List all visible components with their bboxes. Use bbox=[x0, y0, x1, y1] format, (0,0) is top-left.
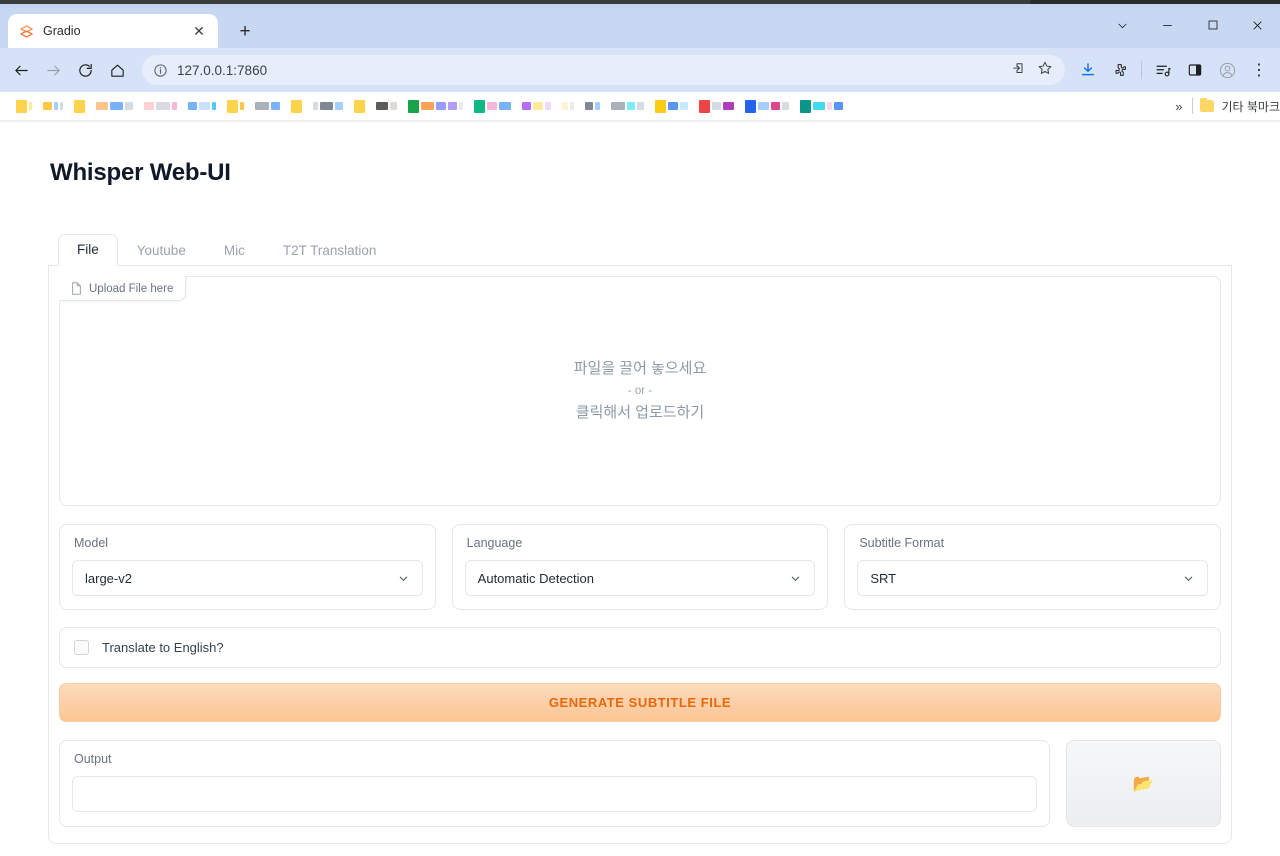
language-value: Automatic Detection bbox=[478, 571, 790, 586]
model-value: large-v2 bbox=[85, 571, 397, 586]
puzzle-icon[interactable] bbox=[1105, 55, 1135, 85]
forward-icon[interactable] bbox=[38, 55, 68, 85]
reading-list-icon[interactable] bbox=[1148, 55, 1178, 85]
tab-file[interactable]: File bbox=[58, 234, 118, 266]
back-icon[interactable] bbox=[6, 55, 36, 85]
browser-menu-icon[interactable]: ⋮ bbox=[1244, 55, 1274, 85]
file-tab-panel: Upload File here 파일을 끌어 놓으세요 - or - 클릭해서… bbox=[48, 266, 1232, 844]
browser-navbar: 127.0.0.1:7860 bbox=[0, 48, 1280, 92]
output-field: Output bbox=[59, 740, 1050, 827]
new-tab-button[interactable]: + bbox=[230, 16, 260, 46]
close-icon[interactable]: ✕ bbox=[190, 22, 208, 40]
share-icon[interactable] bbox=[1012, 60, 1027, 80]
page-title: Whisper Web-UI bbox=[50, 123, 1232, 187]
titlebar-strip-right bbox=[1030, 0, 1280, 4]
browser-chrome: Gradio ✕ + bbox=[0, 0, 1280, 123]
chevron-down-icon[interactable] bbox=[1100, 8, 1145, 42]
tab-mic[interactable]: Mic bbox=[205, 235, 264, 266]
folder-icon bbox=[1200, 100, 1214, 112]
subtitle-format-select[interactable]: SRT bbox=[857, 560, 1208, 596]
settings-row: Model large-v2 Language Automatic Detect… bbox=[59, 524, 1221, 610]
output-label: Output bbox=[72, 752, 1037, 766]
app-tab-bar: File Youtube Mic T2T Translation bbox=[48, 233, 1232, 266]
chevron-down-icon bbox=[789, 572, 802, 585]
download-icon[interactable] bbox=[1073, 55, 1103, 85]
model-field: Model large-v2 bbox=[59, 524, 436, 610]
other-bookmarks-label[interactable]: 기타 북마크 bbox=[1221, 98, 1280, 115]
open-folder-button[interactable]: 📂 bbox=[1066, 740, 1221, 827]
dropzone-text: 파일을 끌어 놓으세요 - or - 클릭해서 업로드하기 bbox=[574, 358, 707, 423]
bookmarks-divider bbox=[1192, 98, 1193, 114]
generate-subtitle-file-button[interactable]: GENERATE SUBTITLE FILE bbox=[59, 683, 1221, 722]
info-circle-icon[interactable] bbox=[152, 62, 169, 79]
subtitle-format-field: Subtitle Format SRT bbox=[844, 524, 1221, 610]
translate-to-english-checkbox[interactable] bbox=[74, 640, 89, 655]
side-panel-icon[interactable] bbox=[1180, 55, 1210, 85]
address-bar[interactable]: 127.0.0.1:7860 bbox=[142, 55, 1065, 85]
tab-t2t-translation[interactable]: T2T Translation bbox=[264, 235, 396, 266]
file-dropzone[interactable]: Upload File here 파일을 끌어 놓으세요 - or - 클릭해서… bbox=[59, 276, 1221, 506]
language-field: Language Automatic Detection bbox=[452, 524, 829, 610]
subtitle-format-value: SRT bbox=[870, 571, 1182, 586]
gradio-app: Whisper Web-UI File Youtube Mic T2T Tran… bbox=[0, 123, 1280, 856]
home-icon[interactable] bbox=[102, 55, 132, 85]
folder-icon: 📂 bbox=[1133, 774, 1154, 794]
translate-to-english-label: Translate to English? bbox=[102, 640, 224, 655]
app-tabs-container: File Youtube Mic T2T Translation Upload … bbox=[48, 233, 1232, 844]
dropzone-line2: 클릭해서 업로드하기 bbox=[574, 402, 707, 424]
reload-icon[interactable] bbox=[70, 55, 100, 85]
browser-tab-gradio[interactable]: Gradio ✕ bbox=[8, 14, 218, 48]
profile-icon[interactable] bbox=[1212, 55, 1242, 85]
minimize-icon[interactable] bbox=[1145, 8, 1190, 42]
chevron-down-icon bbox=[397, 572, 410, 585]
output-textbox[interactable] bbox=[72, 776, 1037, 812]
address-bar-url: 127.0.0.1:7860 bbox=[177, 63, 1004, 78]
output-row: Output 📂 bbox=[59, 740, 1221, 827]
translate-to-english-row[interactable]: Translate to English? bbox=[59, 627, 1221, 668]
bookmarks-bar: » 기타 북마크 bbox=[0, 92, 1280, 120]
tab-youtube[interactable]: Youtube bbox=[118, 235, 205, 266]
gradio-logo-icon bbox=[18, 23, 34, 39]
language-label: Language bbox=[465, 536, 816, 550]
star-icon[interactable] bbox=[1037, 60, 1053, 81]
dropzone-line1: 파일을 끌어 놓으세요 bbox=[574, 358, 707, 380]
window-titlebar bbox=[0, 0, 1280, 8]
bookmarks-overflow-area: » 기타 북마크 bbox=[1164, 92, 1280, 120]
bookmarks-overflow-button[interactable]: » bbox=[1172, 99, 1185, 114]
file-icon bbox=[71, 282, 82, 295]
upload-file-chip-label: Upload File here bbox=[89, 283, 173, 295]
chevron-down-icon bbox=[1182, 572, 1195, 585]
dropzone-or: - or - bbox=[574, 383, 707, 400]
model-label: Model bbox=[72, 536, 423, 550]
browser-tabstrip: Gradio ✕ + bbox=[0, 8, 1280, 48]
upload-file-chip[interactable]: Upload File here bbox=[59, 276, 186, 301]
bookmarks-blurred-items[interactable] bbox=[4, 100, 852, 113]
maximize-icon[interactable] bbox=[1190, 8, 1235, 42]
browser-tab-title: Gradio bbox=[43, 24, 181, 38]
language-select[interactable]: Automatic Detection bbox=[465, 560, 816, 596]
window-controls bbox=[1100, 8, 1280, 42]
subtitle-format-label: Subtitle Format bbox=[857, 536, 1208, 550]
window-close-icon[interactable] bbox=[1235, 8, 1280, 42]
model-select[interactable]: large-v2 bbox=[72, 560, 423, 596]
navbar-divider bbox=[1141, 61, 1142, 79]
